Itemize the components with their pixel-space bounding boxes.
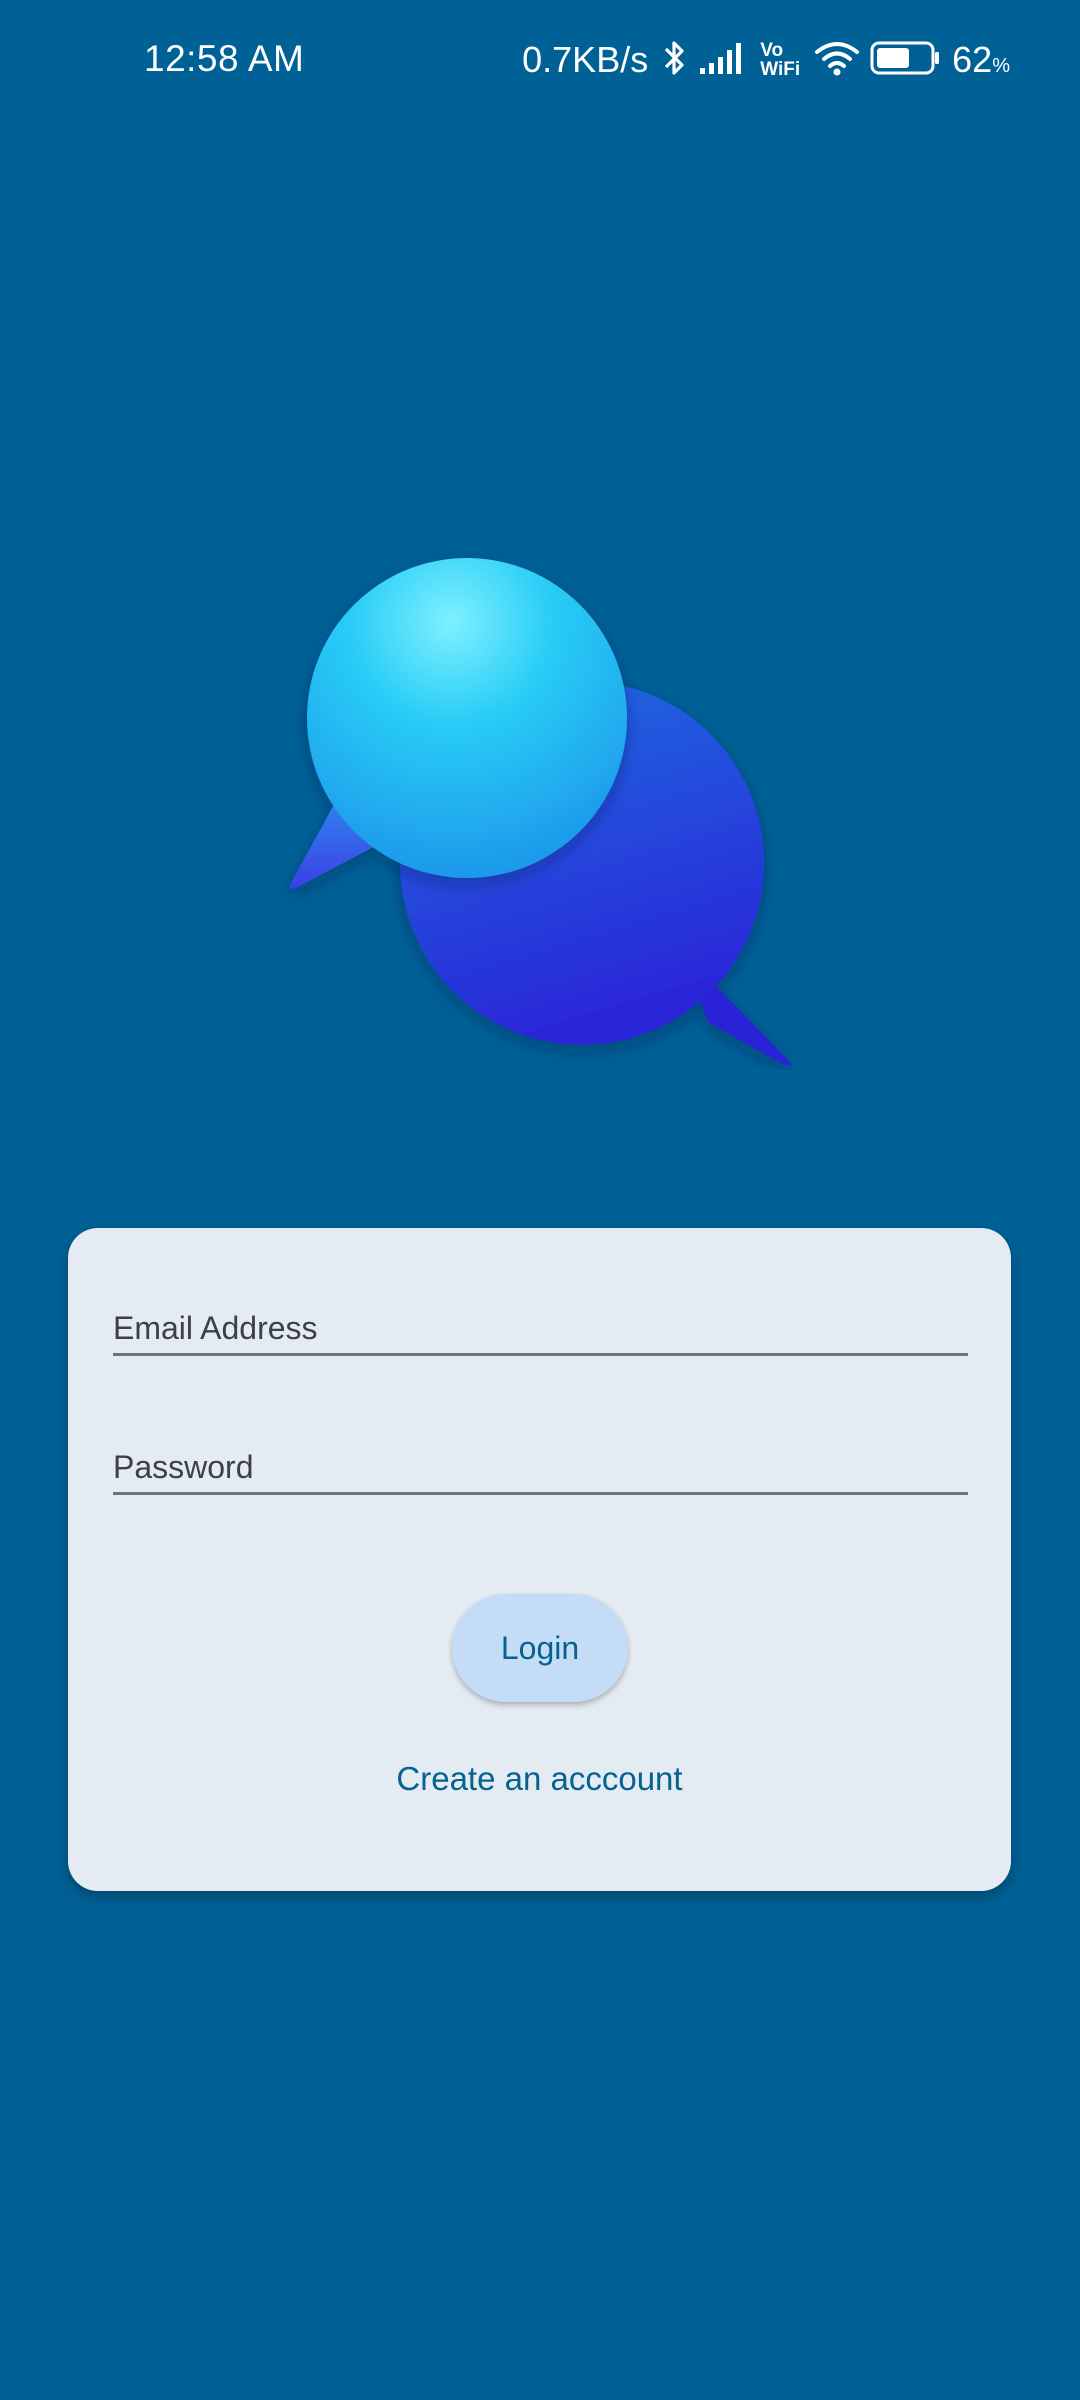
- vowifi-indicator: Vo WiFi: [760, 41, 800, 79]
- status-bar: 12:58 AM 0.7KB/s Vo WiFi 62%: [0, 0, 1080, 120]
- status-time: 12:58 AM: [144, 38, 305, 79]
- vowifi-bottom-text: WiFi: [760, 59, 801, 80]
- battery-percentage: 62%: [952, 39, 1010, 81]
- login-button[interactable]: Login: [452, 1594, 628, 1702]
- signal-icon: [698, 40, 746, 81]
- vowifi-top-text: Vo: [760, 40, 784, 61]
- status-indicators: 0.7KB/s Vo WiFi 62%: [522, 34, 1010, 86]
- password-field-label: Password: [113, 1449, 254, 1485]
- wifi-icon: [814, 40, 860, 81]
- email-field[interactable]: Email Address: [113, 1276, 968, 1356]
- network-speed: 0.7KB/s: [522, 39, 649, 80]
- login-card: Email Address Password Login Create an a…: [68, 1228, 1011, 1891]
- battery-percent-value: 62: [952, 39, 993, 80]
- email-field-label: Email Address: [113, 1310, 318, 1346]
- battery-icon: [870, 40, 942, 81]
- login-screen: 12:58 AM 0.7KB/s Vo WiFi 62% Email Addre…: [0, 0, 1080, 2400]
- chat-bubbles-icon: [280, 550, 800, 1070]
- password-field[interactable]: Password: [113, 1415, 968, 1495]
- bluetooth-icon: [662, 38, 688, 83]
- create-account-link[interactable]: Create an acccount: [68, 1760, 1011, 1798]
- battery-percent-unit: %: [992, 55, 1010, 77]
